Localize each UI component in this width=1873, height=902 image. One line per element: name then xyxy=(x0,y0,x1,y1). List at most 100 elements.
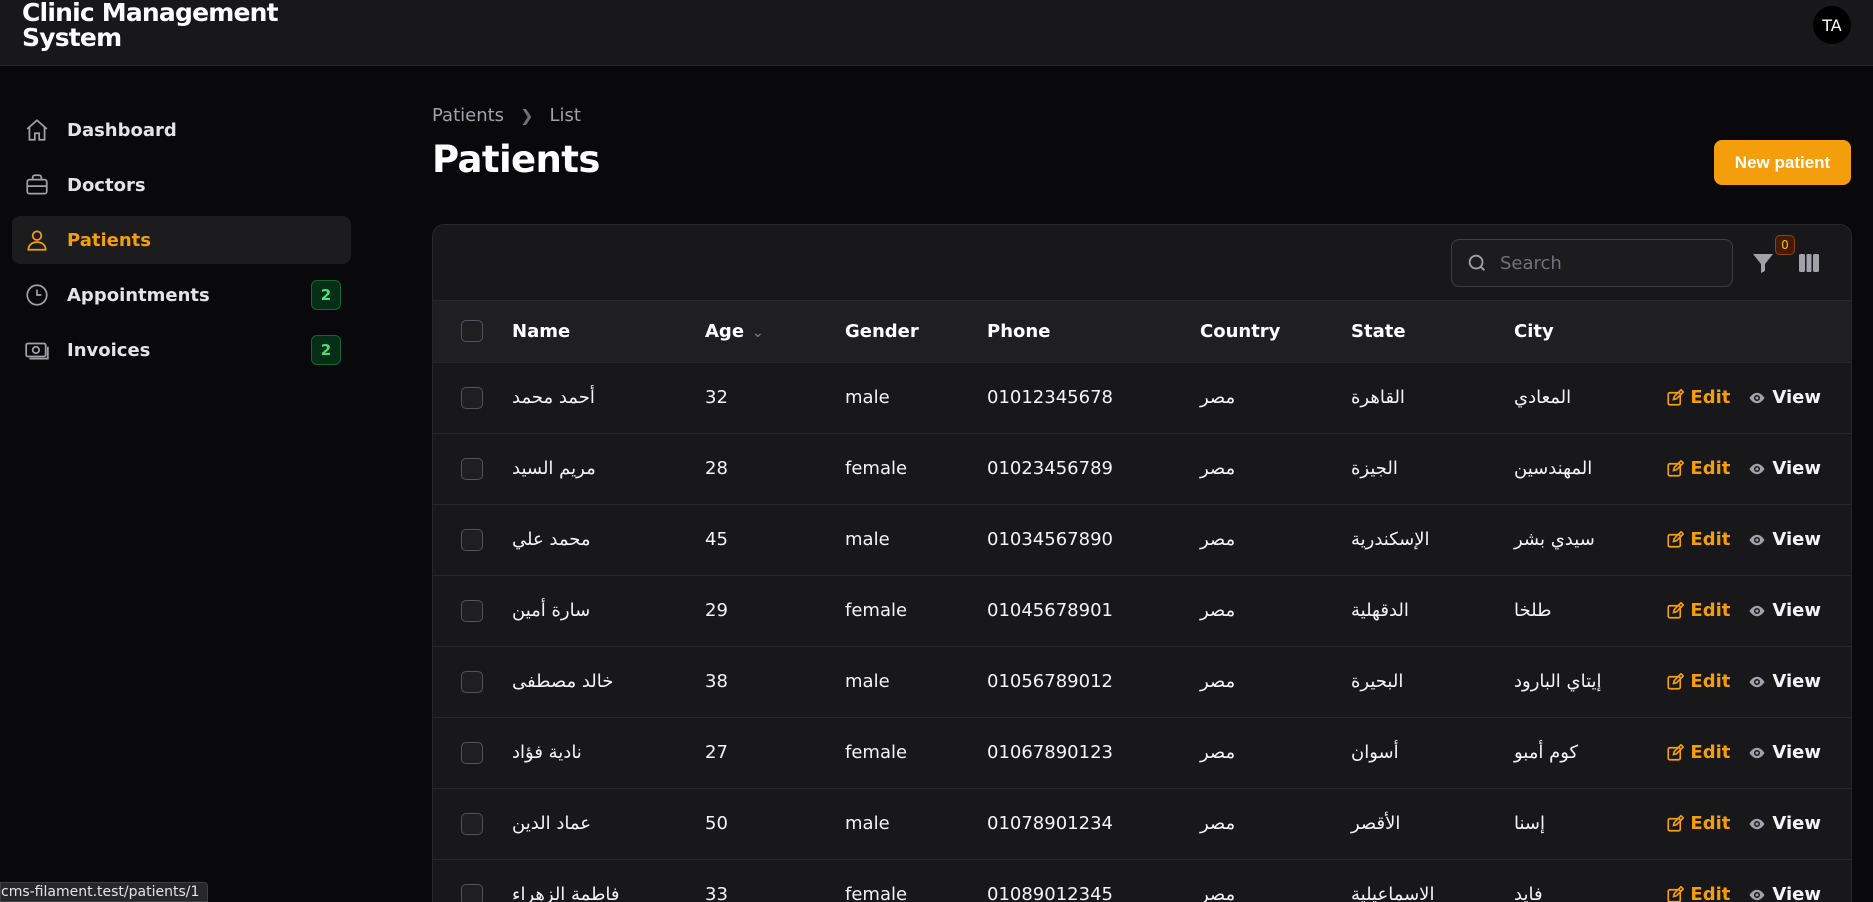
column-header-country[interactable]: Country xyxy=(1200,301,1351,363)
app-title[interactable]: Clinic Management System xyxy=(22,0,292,50)
search-field[interactable] xyxy=(1451,239,1733,287)
banknotes-icon xyxy=(24,337,50,363)
table-row[interactable]: سارة أمين 29 female 01045678901 مصر الدقهلية ط… xyxy=(433,575,1851,646)
select-all-checkbox[interactable] xyxy=(461,320,483,343)
row-checkbox[interactable] xyxy=(461,670,483,693)
table-row[interactable]: خالد مصطفى 38 male 01056789012 مصر البحيرة إيت… xyxy=(433,646,1851,717)
edit-button[interactable]: Edit xyxy=(1666,529,1730,550)
toggle-columns-button[interactable] xyxy=(1797,251,1823,277)
cell-country: مصر xyxy=(1200,600,1236,621)
cell-age: 38 xyxy=(705,671,728,692)
edit-label: Edit xyxy=(1690,671,1731,692)
filter-button[interactable] xyxy=(1751,251,1777,277)
cell-city: سيدي بشر xyxy=(1514,529,1595,550)
row-checkbox[interactable] xyxy=(461,812,483,835)
table-row[interactable]: محمد علي 45 male 01034567890 مصر الإسكندرية سي… xyxy=(433,504,1851,575)
pencil-square-icon xyxy=(1667,814,1685,832)
new-patient-button[interactable]: New patient xyxy=(1714,140,1851,185)
cell-name: فاطمة الزهراء xyxy=(512,884,620,902)
column-header-age[interactable]: Age ⌄ xyxy=(705,301,845,363)
cell-city: طلخا xyxy=(1514,600,1552,621)
row-checkbox[interactable] xyxy=(461,741,483,764)
cell-country: مصر xyxy=(1200,387,1236,408)
search-icon xyxy=(1468,254,1485,271)
user-icon xyxy=(24,227,50,253)
table-row[interactable]: أحمد محمد 32 male 01012345678 مصر القاهرة المع… xyxy=(433,362,1851,433)
user-avatar[interactable]: TA xyxy=(1813,6,1851,44)
view-button[interactable]: View xyxy=(1748,458,1821,479)
table-header-row: Name Age ⌄ Gender Phone Country State Cit… xyxy=(433,301,1851,363)
view-button[interactable]: View xyxy=(1748,742,1821,763)
eye-icon xyxy=(1749,889,1765,900)
row-checkbox[interactable] xyxy=(461,528,483,551)
cell-age: 27 xyxy=(705,742,728,763)
cell-city: المعادي xyxy=(1514,387,1572,408)
eye-icon xyxy=(1749,747,1765,758)
table-row[interactable]: فاطمة الزهراء 33 female 01089012345 مصر الاسم… xyxy=(433,859,1851,902)
column-header-gender[interactable]: Gender xyxy=(845,301,987,363)
cell-phone: 01034567890 xyxy=(987,529,1113,550)
edit-label: Edit xyxy=(1690,884,1731,902)
eye-icon xyxy=(1749,392,1765,403)
edit-button[interactable]: Edit xyxy=(1666,458,1730,479)
row-checkbox[interactable] xyxy=(461,599,483,622)
cell-country: مصر xyxy=(1200,813,1236,834)
cell-gender: female xyxy=(845,458,908,479)
cell-state: القاهرة xyxy=(1351,387,1405,408)
view-button[interactable]: View xyxy=(1748,600,1821,621)
view-label: View xyxy=(1772,458,1821,479)
cell-country: مصر xyxy=(1200,742,1236,763)
table-row[interactable]: مريم السيد 28 female 01023456789 مصر الجيزة ال… xyxy=(433,433,1851,504)
sidebar-item-label: Invoices xyxy=(67,339,151,361)
page-title: Patients xyxy=(432,138,600,181)
breadcrumb-item-patients[interactable]: Patients xyxy=(432,105,504,126)
filter-count-badge: 0 xyxy=(1775,235,1795,255)
sidebar-item-dashboard[interactable]: Dashboard xyxy=(12,106,351,154)
sidebar-item-invoices[interactable]: Invoices 2 xyxy=(12,326,351,374)
sidebar-item-patients[interactable]: Patients xyxy=(12,216,351,264)
column-header-name[interactable]: Name xyxy=(512,301,705,363)
cell-gender: male xyxy=(845,387,890,408)
cell-name: محمد علي xyxy=(512,529,591,550)
view-button[interactable]: View xyxy=(1748,529,1821,550)
row-checkbox[interactable] xyxy=(461,386,483,409)
cell-name: خالد مصطفى xyxy=(512,671,614,692)
cell-country: مصر xyxy=(1200,529,1236,550)
edit-label: Edit xyxy=(1690,742,1731,763)
table-row[interactable]: نادية فؤاد 27 female 01067890123 مصر أسوان كوم… xyxy=(433,717,1851,788)
pencil-square-icon xyxy=(1667,459,1685,477)
pencil-square-icon xyxy=(1667,530,1685,548)
cell-phone: 01012345678 xyxy=(987,387,1113,408)
edit-button[interactable]: Edit xyxy=(1666,742,1730,763)
row-checkbox[interactable] xyxy=(461,883,483,902)
view-button[interactable]: View xyxy=(1748,884,1821,902)
edit-button[interactable]: Edit xyxy=(1666,600,1730,621)
edit-button[interactable]: Edit xyxy=(1666,884,1730,902)
eye-icon xyxy=(1749,676,1765,687)
cell-city: إيتاي البارود xyxy=(1514,671,1602,692)
sidebar-item-appointments[interactable]: Appointments 2 xyxy=(12,271,351,319)
search-input[interactable] xyxy=(1500,252,1720,274)
row-checkbox[interactable] xyxy=(461,457,483,480)
briefcase-icon xyxy=(24,172,50,198)
column-header-state[interactable]: State xyxy=(1351,301,1514,363)
cell-city: المهندسين xyxy=(1514,458,1593,479)
cell-state: البحيرة xyxy=(1351,671,1404,692)
edit-button[interactable]: Edit xyxy=(1666,387,1730,408)
sidebar-item-doctors[interactable]: Doctors xyxy=(12,161,351,209)
table-row[interactable]: عماد الدين 50 male 01078901234 مصر الأقصر إسنا… xyxy=(433,788,1851,859)
cell-name: سارة أمين xyxy=(512,600,591,621)
breadcrumb-item-list: List xyxy=(549,105,581,126)
home-icon xyxy=(24,117,50,143)
cell-age: 33 xyxy=(705,884,728,902)
view-label: View xyxy=(1772,813,1821,834)
column-header-city[interactable]: City xyxy=(1514,301,1664,363)
cell-country: مصر xyxy=(1200,884,1236,902)
column-header-phone[interactable]: Phone xyxy=(987,301,1200,363)
view-button[interactable]: View xyxy=(1748,387,1821,408)
view-button[interactable]: View xyxy=(1748,813,1821,834)
edit-button[interactable]: Edit xyxy=(1666,813,1730,834)
view-button[interactable]: View xyxy=(1748,671,1821,692)
edit-button[interactable]: Edit xyxy=(1666,671,1730,692)
column-header-actions xyxy=(1664,301,1851,363)
